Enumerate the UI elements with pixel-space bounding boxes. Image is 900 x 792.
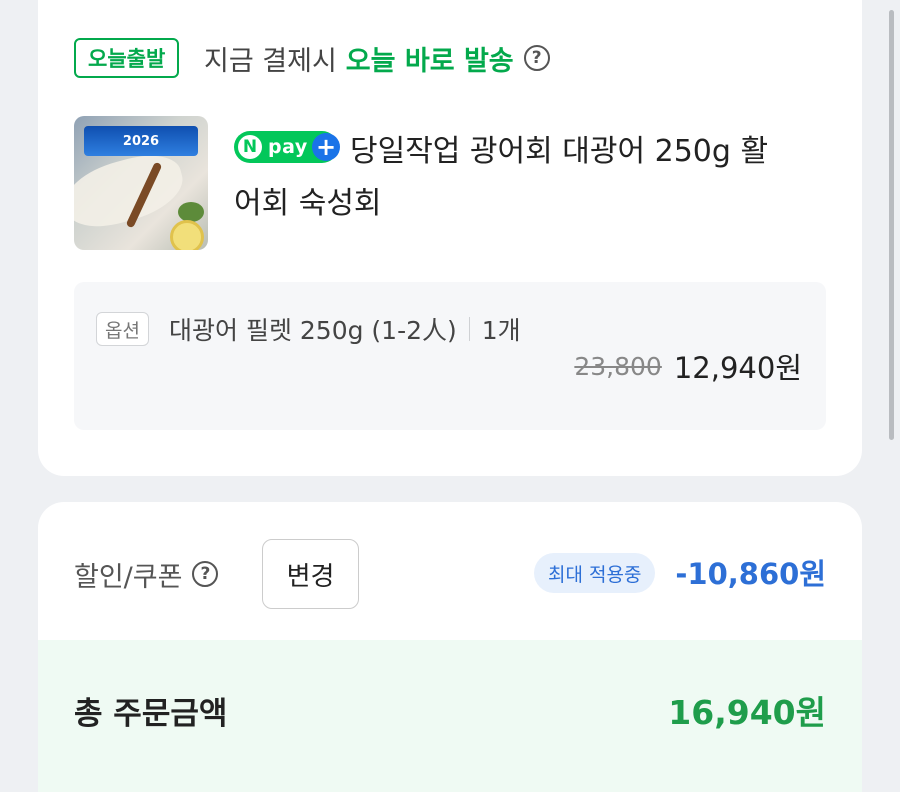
total-label: 총 주문금액 <box>74 696 228 732</box>
payment-summary-card: 할인/쿠폰 ? 변경 최대 적용중 -10,860원 총 주문금액 16,940… <box>38 502 862 792</box>
final-price: 12,940원 <box>673 351 802 385</box>
total-panel: 총 주문금액 16,940원 <box>38 640 862 792</box>
shipping-highlight: 오늘 바로 발송 <box>345 45 514 77</box>
discount-coupon-label: 할인/쿠폰 ? <box>74 552 219 596</box>
product-title-line1[interactable]: 당일작업 광어회 대광어 250g 활 <box>350 126 768 170</box>
option-name: 대광어 필렛 250g (1-2人) <box>169 316 457 345</box>
discount-amount: -10,860원 <box>675 557 826 591</box>
price-row: 23,800 12,940원 <box>574 346 802 386</box>
original-price: 23,800 <box>574 351 662 381</box>
npay-plus-badge: N pay + <box>234 131 340 163</box>
today-shipping-badge: 오늘출발 <box>74 38 180 78</box>
help-icon[interactable]: ? <box>523 45 550 71</box>
product-thumbnail[interactable]: 2026 <box>74 116 208 250</box>
product-title-line2[interactable]: 어회 숙성회 <box>234 178 382 222</box>
shipping-prefix: 지금 결제시 <box>204 45 337 77</box>
garnish-graphic <box>178 202 204 222</box>
naver-n-icon: N <box>238 135 262 159</box>
scrollbar[interactable] <box>889 10 894 440</box>
npay-text: pay <box>268 136 308 158</box>
lemon-graphic <box>170 220 204 250</box>
help-icon[interactable]: ? <box>192 561 219 587</box>
plus-icon: + <box>312 133 340 161</box>
option-detail: 대광어 필렛 250g (1-2人) 1개 <box>169 312 521 346</box>
order-item-card: 오늘출발 지금 결제시 오늘 바로 발송 ? 2026 N pay + 당일작업… <box>38 0 862 476</box>
max-applied-badge: 최대 적용중 <box>534 553 656 593</box>
shipping-info: 지금 결제시 오늘 바로 발송 ? <box>204 38 550 78</box>
discount-label-text: 할인/쿠폰 <box>74 561 183 593</box>
thumbnail-banner-text: 2026 <box>122 133 160 149</box>
divider <box>468 317 470 341</box>
option-tag: 옵션 <box>96 312 149 346</box>
thumbnail-banner: 2026 <box>84 126 198 156</box>
option-quantity: 1개 <box>481 316 521 345</box>
option-box: 옵션 대광어 필렛 250g (1-2人) 1개 23,800 12,940원 <box>74 282 826 430</box>
total-amount: 16,940원 <box>668 693 826 732</box>
change-coupon-button[interactable]: 변경 <box>262 539 359 609</box>
